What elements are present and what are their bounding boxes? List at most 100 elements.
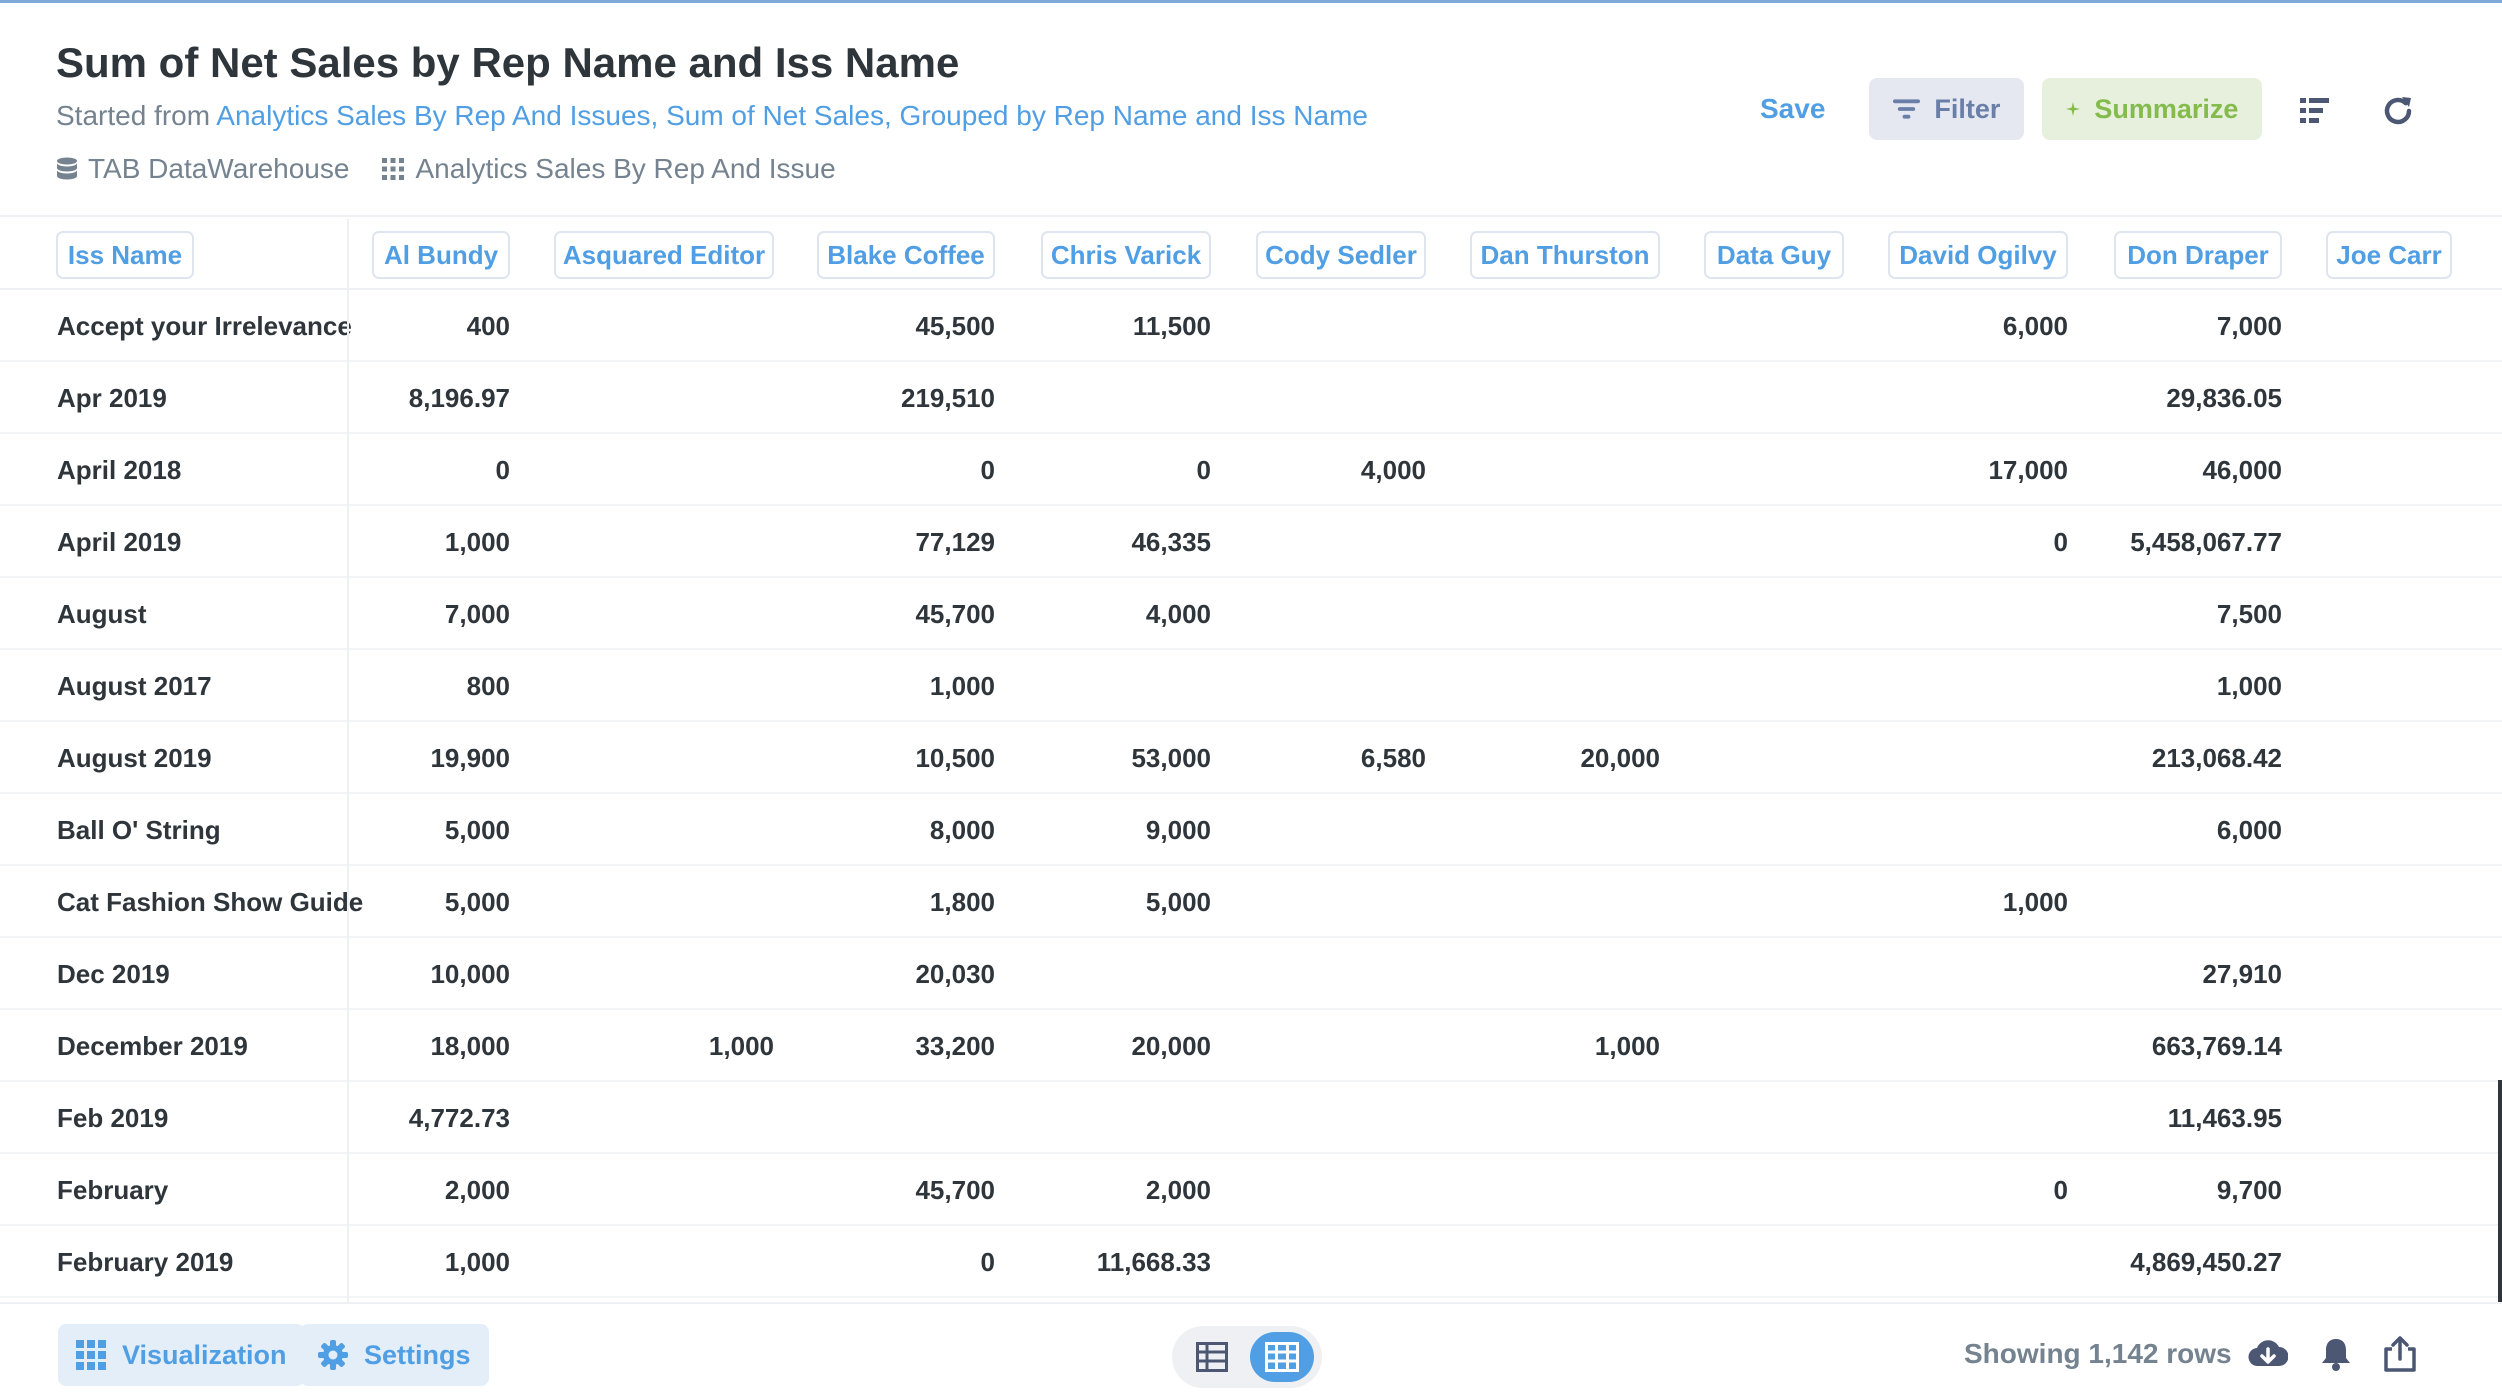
value-cell[interactable] [1644,722,1844,794]
column-header-iss-name[interactable]: Iss Name [56,231,194,279]
value-cell[interactable] [1011,938,1211,1010]
value-cell[interactable] [1644,1010,1844,1082]
value-cell[interactable] [1460,434,1660,506]
value-cell[interactable]: 1,000 [310,1226,510,1298]
value-cell[interactable] [1226,650,1426,722]
column-header-data-guy[interactable]: Data Guy [1704,231,1844,279]
value-cell[interactable] [1226,1226,1426,1298]
query-editor-icon[interactable] [2298,93,2334,129]
value-cell[interactable] [1644,650,1844,722]
refresh-icon[interactable] [2380,93,2416,129]
database-breadcrumb[interactable]: TAB DataWarehouse [56,153,349,185]
column-header-joe-carr[interactable]: Joe Carr [2326,231,2452,279]
value-cell[interactable] [1644,866,1844,938]
value-cell[interactable] [1460,794,1660,866]
row-label-cell[interactable]: August 2017 [57,650,212,722]
summarize-button[interactable]: Summarize [2042,78,2263,140]
value-cell[interactable]: 1,000 [1868,866,2068,938]
value-cell[interactable]: 0 [795,1226,995,1298]
save-button[interactable]: Save [1740,78,1845,140]
value-cell[interactable]: 1,000 [574,1010,774,1082]
value-cell[interactable]: 53,000 [1011,722,1211,794]
row-label-cell[interactable]: Accept your Irrelevance [57,290,352,362]
value-cell[interactable] [574,1226,774,1298]
value-cell[interactable] [2252,1010,2452,1082]
value-cell[interactable]: 0 [1011,434,1211,506]
pivot-view-toggle[interactable] [1250,1332,1314,1382]
value-cell[interactable]: 10,000 [310,938,510,1010]
column-header-dan-thurston[interactable]: Dan Thurston [1470,231,1660,279]
column-header-cody-sedler[interactable]: Cody Sedler [1256,231,1426,279]
value-cell[interactable] [1460,1082,1660,1154]
value-cell[interactable]: 219,510 [795,362,995,434]
value-cell[interactable]: 17,000 [1868,434,2068,506]
value-cell[interactable] [1460,1154,1660,1226]
value-cell[interactable]: 9,000 [1011,794,1211,866]
value-cell[interactable] [2252,722,2452,794]
value-cell[interactable] [2252,1154,2452,1226]
visualization-button[interactable]: Visualization [58,1324,305,1386]
value-cell[interactable]: 10,500 [795,722,995,794]
value-cell[interactable] [2252,650,2452,722]
row-label-cell[interactable]: Ball O' String [57,794,221,866]
value-cell[interactable]: 4,000 [1226,434,1426,506]
value-cell[interactable] [1460,506,1660,578]
share-icon[interactable] [2380,1334,2420,1374]
value-cell[interactable] [1460,650,1660,722]
value-cell[interactable] [574,650,774,722]
value-cell[interactable] [1226,1010,1426,1082]
bell-icon[interactable] [2316,1334,2356,1374]
value-cell[interactable] [1644,506,1844,578]
value-cell[interactable] [1460,362,1660,434]
value-cell[interactable] [1868,938,2068,1010]
value-cell[interactable]: 2,000 [1011,1154,1211,1226]
value-cell[interactable] [1226,866,1426,938]
value-cell[interactable] [1460,290,1660,362]
value-cell[interactable] [1644,1154,1844,1226]
row-label-cell[interactable]: Feb 2019 [57,1082,168,1154]
value-cell[interactable]: 45,700 [795,578,995,650]
value-cell[interactable] [1644,578,1844,650]
value-cell[interactable] [1460,578,1660,650]
value-cell[interactable]: 7,000 [310,578,510,650]
row-label-cell[interactable]: April 2019 [57,506,181,578]
value-cell[interactable]: 1,000 [310,506,510,578]
value-cell[interactable] [2252,362,2452,434]
value-cell[interactable]: 1,000 [795,650,995,722]
column-header-asquared-editor[interactable]: Asquared Editor [554,231,774,279]
value-cell[interactable]: 0 [310,434,510,506]
value-cell[interactable] [1226,362,1426,434]
value-cell[interactable] [574,1082,774,1154]
value-cell[interactable] [574,722,774,794]
value-cell[interactable] [1644,1226,1844,1298]
value-cell[interactable] [574,506,774,578]
value-cell[interactable] [795,1082,995,1154]
value-cell[interactable] [574,362,774,434]
column-header-david-ogilvy[interactable]: David Ogilvy [1888,231,2068,279]
row-label-cell[interactable]: August [57,578,147,650]
value-cell[interactable] [1868,722,2068,794]
value-cell[interactable] [1226,1154,1426,1226]
value-cell[interactable]: 5,000 [310,866,510,938]
value-cell[interactable]: 20,000 [1011,1010,1211,1082]
value-cell[interactable]: 45,700 [795,1154,995,1226]
value-cell[interactable]: 20,030 [795,938,995,1010]
value-cell[interactable]: 33,200 [795,1010,995,1082]
value-cell[interactable] [1644,434,1844,506]
value-cell[interactable]: 8,196.97 [310,362,510,434]
value-cell[interactable] [1868,650,2068,722]
value-cell[interactable]: 0 [1868,506,2068,578]
value-cell[interactable] [1868,1082,2068,1154]
value-cell[interactable] [1011,650,1211,722]
value-cell[interactable]: 6,000 [1868,290,2068,362]
settings-button[interactable]: Settings [300,1324,489,1386]
value-cell[interactable]: 400 [310,290,510,362]
filter-button[interactable]: Filter [1869,78,2025,140]
value-cell[interactable]: 11,500 [1011,290,1211,362]
value-cell[interactable]: 20,000 [1460,722,1660,794]
value-cell[interactable] [574,1154,774,1226]
column-header-al-bundy[interactable]: Al Bundy [372,231,510,279]
value-cell[interactable]: 5,000 [310,794,510,866]
value-cell[interactable]: 77,129 [795,506,995,578]
value-cell[interactable] [1226,290,1426,362]
